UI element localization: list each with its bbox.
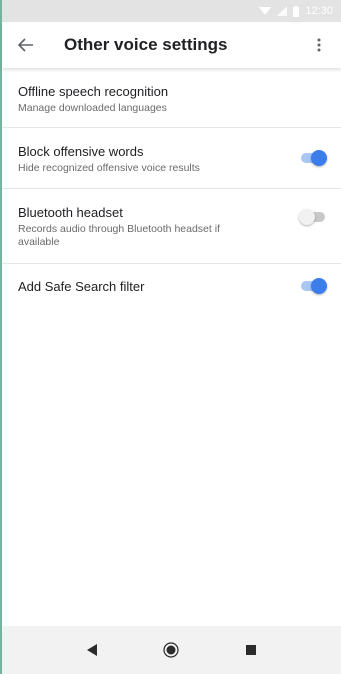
battery-icon bbox=[293, 5, 300, 17]
toggle-knob bbox=[299, 209, 315, 225]
settings-list: Offline speech recognition Manage downlo… bbox=[2, 68, 341, 308]
home-circle-icon[interactable] bbox=[156, 635, 186, 665]
signal-icon bbox=[277, 6, 288, 16]
block-offensive-toggle[interactable] bbox=[299, 149, 327, 167]
setting-title: Bluetooth headset bbox=[18, 205, 123, 220]
system-nav-bar bbox=[2, 626, 341, 674]
toggle-knob bbox=[311, 150, 327, 166]
safe-search-toggle[interactable] bbox=[299, 277, 327, 295]
setting-title: Offline speech recognition bbox=[18, 84, 169, 99]
arrow-back-icon[interactable] bbox=[4, 22, 48, 68]
app-bar: Other voice settings bbox=[2, 22, 341, 68]
setting-title: Block offensive words bbox=[18, 144, 144, 159]
toggle-knob bbox=[311, 278, 327, 294]
bluetooth-headset-toggle[interactable] bbox=[299, 208, 327, 226]
status-bar: 12:30 bbox=[2, 0, 341, 22]
recents-square-icon[interactable] bbox=[236, 635, 266, 665]
setting-safe-search[interactable]: Add Safe Search filter bbox=[2, 264, 341, 308]
setting-subtitle: Manage downloaded languages bbox=[18, 102, 167, 114]
setting-offline-speech[interactable]: Offline speech recognition Manage downlo… bbox=[2, 68, 341, 128]
setting-block-offensive[interactable]: Block offensive words Hide recognized of… bbox=[2, 128, 341, 189]
status-time: 12:30 bbox=[305, 5, 333, 17]
wifi-icon bbox=[259, 6, 272, 16]
back-triangle-icon[interactable] bbox=[77, 635, 107, 665]
page-title: Other voice settings bbox=[64, 35, 228, 54]
setting-subtitle: Records audio through Bluetooth headset … bbox=[18, 223, 220, 248]
more-vert-icon[interactable] bbox=[303, 22, 335, 68]
setting-bluetooth-headset[interactable]: Bluetooth headset Records audio through … bbox=[2, 189, 341, 264]
setting-title: Add Safe Search filter bbox=[18, 279, 145, 294]
setting-subtitle: Hide recognized offensive voice results bbox=[18, 162, 200, 174]
